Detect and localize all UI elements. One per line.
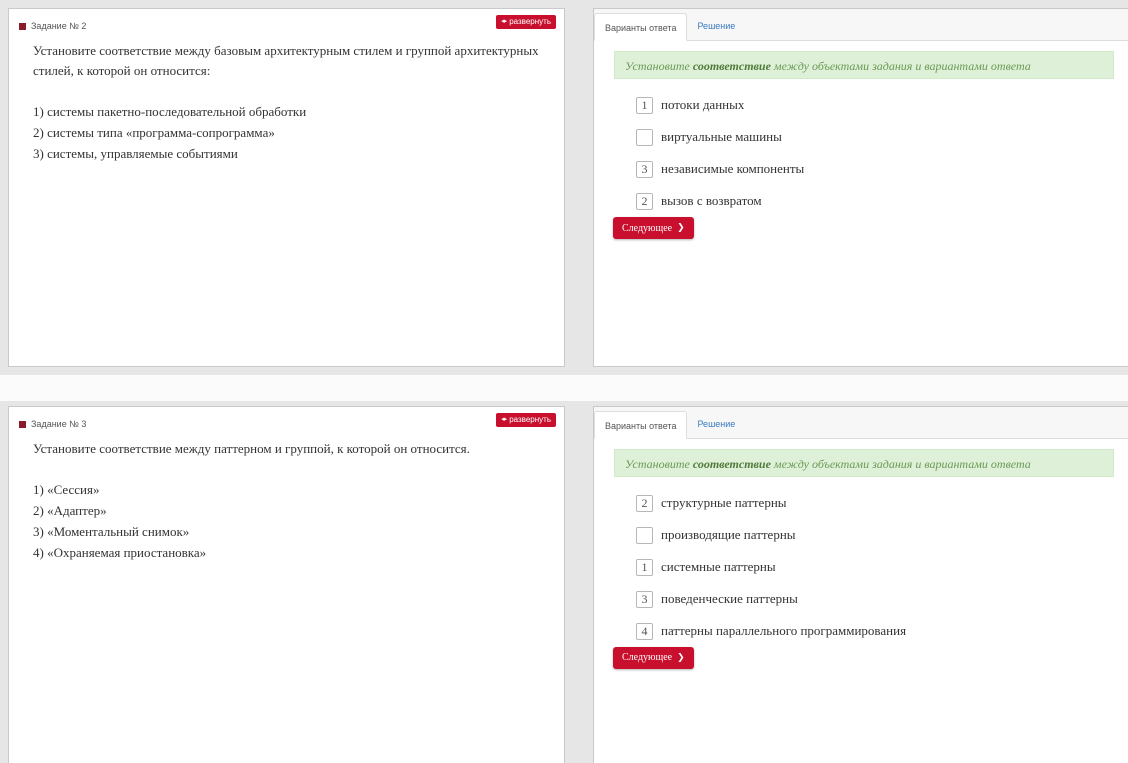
question-item: 3) «Моментальный снимок» — [33, 524, 190, 539]
answer-options: 2 структурные паттерны производящие патт… — [636, 487, 1128, 647]
tab-answer-options[interactable]: Варианты ответа — [594, 411, 688, 439]
answer-option: 2 структурные паттерны — [636, 487, 1128, 519]
answer-option: 4 паттерны параллельного программировани… — [636, 615, 1128, 647]
chevron-right-icon: ❯ — [677, 652, 685, 663]
match-input[interactable]: 3 — [636, 160, 653, 178]
option-label: независимые компоненты — [661, 161, 805, 176]
answer-option: производящие паттерны — [636, 519, 1128, 551]
task-header: Задание № 2 — [19, 19, 86, 33]
task-title: Задание № 3 — [31, 419, 87, 429]
tab-solution[interactable]: Решение — [687, 12, 745, 40]
expand-arrows-icon: ◂▸ — [501, 18, 507, 25]
task-block-2: Задание № 2 ◂▸ развернуть Установите соо… — [0, 0, 1128, 375]
task-panel: Задание № 2 ◂▸ развернуть Установите соо… — [8, 8, 565, 367]
answer-option: 1 потоки данных — [636, 89, 1128, 121]
match-input[interactable]: 3 — [636, 590, 653, 608]
question-item: 2) «Адаптер» — [33, 503, 107, 518]
answer-tabs: Варианты ответа Решение — [594, 407, 1128, 439]
question-item: 4) «Охраняемая приостановка» — [33, 545, 207, 560]
instruction-box: Установите соответствие между объектами … — [614, 449, 1114, 477]
question-text: Установите соответствие между базовым ар… — [33, 43, 539, 78]
next-label: Следующее — [622, 652, 673, 663]
expand-label: развернуть — [509, 415, 551, 424]
tab-answer-options[interactable]: Варианты ответа — [594, 13, 688, 41]
answer-options: 1 потоки данных виртуальные машины 3 нез… — [636, 89, 1128, 217]
match-input[interactable]: 4 — [636, 622, 653, 640]
option-label: потоки данных — [661, 97, 745, 112]
instruction-box: Установите соответствие между объектами … — [614, 51, 1114, 79]
question-items: 1) системы пакетно-последовательной обра… — [33, 101, 553, 164]
question-item: 3) системы, управляемые событиями — [33, 146, 238, 161]
instruction-bold: соответствие — [692, 457, 771, 471]
answer-panel: Варианты ответа Решение Установите соотв… — [593, 406, 1128, 763]
answer-option: 3 поведенческие паттерны — [636, 583, 1128, 615]
option-label: вызов с возвратом — [661, 193, 762, 208]
answer-option: 3 независимые компоненты — [636, 153, 1128, 185]
option-label: виртуальные машины — [661, 129, 782, 144]
task-title: Задание № 2 — [31, 21, 87, 31]
match-input[interactable] — [636, 526, 653, 544]
answer-option: 2 вызов с возвратом — [636, 185, 1128, 217]
tab-solution[interactable]: Решение — [687, 410, 745, 438]
next-button[interactable]: Следующее ❯ — [613, 646, 694, 669]
question-items: 1) «Сессия» 2) «Адаптер» 3) «Моментальны… — [33, 479, 553, 563]
expand-label: развернуть — [509, 17, 551, 26]
option-label: структурные паттерны — [661, 495, 787, 510]
expand-button[interactable]: ◂▸ развернуть — [496, 413, 556, 427]
task-header: Задание № 3 — [19, 417, 86, 431]
instruction-bold: соответствие — [692, 59, 771, 73]
expand-arrows-icon: ◂▸ — [501, 416, 507, 423]
answer-panel: Варианты ответа Решение Установите соотв… — [593, 8, 1128, 367]
option-label: системные паттерны — [661, 559, 776, 574]
match-input[interactable]: 2 — [636, 192, 653, 210]
task-block-3: Задание № 3 ◂▸ развернуть Установите соо… — [0, 401, 1128, 763]
separator — [0, 375, 1128, 401]
answer-option: 1 системные паттерны — [636, 551, 1128, 583]
instruction-post: между объектами задания и вариантами отв… — [770, 457, 1031, 471]
option-label: поведенческие паттерны — [661, 591, 798, 606]
match-input[interactable]: 2 — [636, 494, 653, 512]
next-button[interactable]: Следующее ❯ — [613, 217, 694, 239]
square-icon — [19, 420, 26, 428]
option-label: производящие паттерны — [661, 527, 796, 542]
question: Установите соответствие между паттерном … — [33, 439, 553, 563]
question-item: 2) системы типа «программа-сопрограмма» — [33, 125, 275, 140]
match-input[interactable] — [636, 128, 653, 146]
instruction-post: между объектами задания и вариантами отв… — [770, 59, 1031, 73]
match-input[interactable]: 1 — [636, 558, 653, 576]
question: Установите соответствие между базовым ар… — [33, 41, 553, 164]
instruction-pre: Установите — [625, 59, 693, 73]
question-text: Установите соответствие между паттерном … — [33, 441, 470, 456]
next-label: Следующее — [622, 222, 673, 234]
chevron-right-icon: ❯ — [677, 223, 685, 233]
option-label: паттерны параллельного программирования — [661, 623, 907, 638]
match-input[interactable]: 1 — [636, 96, 653, 114]
task-panel: Задание № 3 ◂▸ развернуть Установите соо… — [8, 406, 565, 763]
expand-button[interactable]: ◂▸ развернуть — [496, 15, 556, 29]
question-item: 1) «Сессия» — [33, 482, 100, 497]
answer-tabs: Варианты ответа Решение — [594, 9, 1128, 41]
instruction-pre: Установите — [625, 457, 693, 471]
answer-option: виртуальные машины — [636, 121, 1128, 153]
question-item: 1) системы пакетно-последовательной обра… — [33, 104, 307, 119]
square-icon — [19, 22, 26, 30]
